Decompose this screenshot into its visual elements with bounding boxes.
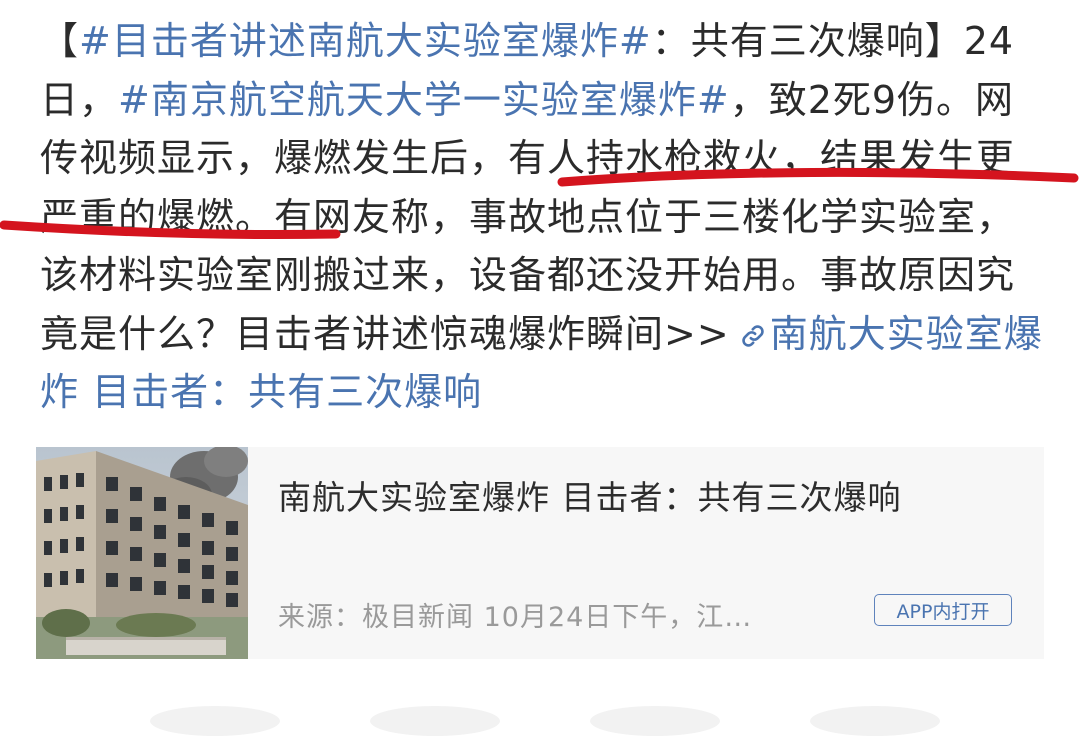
card-source-meta: 来源：极目新闻 10月24日下午，江…: [278, 602, 753, 633]
article-thumbnail: [36, 447, 248, 659]
next-content-hint: [0, 700, 1080, 736]
post-text: 【#目击者讲述南航大实验室爆炸#：共有三次爆响】24日，#南京航空航天大学一实验…: [40, 12, 1050, 422]
card-title: 南航大实验室爆炸 目击者：共有三次爆响: [278, 478, 902, 517]
link-icon: [740, 305, 766, 364]
open-in-app-button[interactable]: APP内打开: [874, 594, 1012, 626]
post-text-bracket: 【: [40, 19, 80, 63]
topic-link-nuaa[interactable]: #南京航空航天大学一实验室爆炸#: [118, 78, 730, 122]
topic-link-witness[interactable]: #目击者讲述南航大实验室爆炸#: [79, 19, 652, 63]
article-card[interactable]: 南航大实验室爆炸 目击者：共有三次爆响 来源：极目新闻 10月24日下午，江… …: [36, 447, 1044, 659]
